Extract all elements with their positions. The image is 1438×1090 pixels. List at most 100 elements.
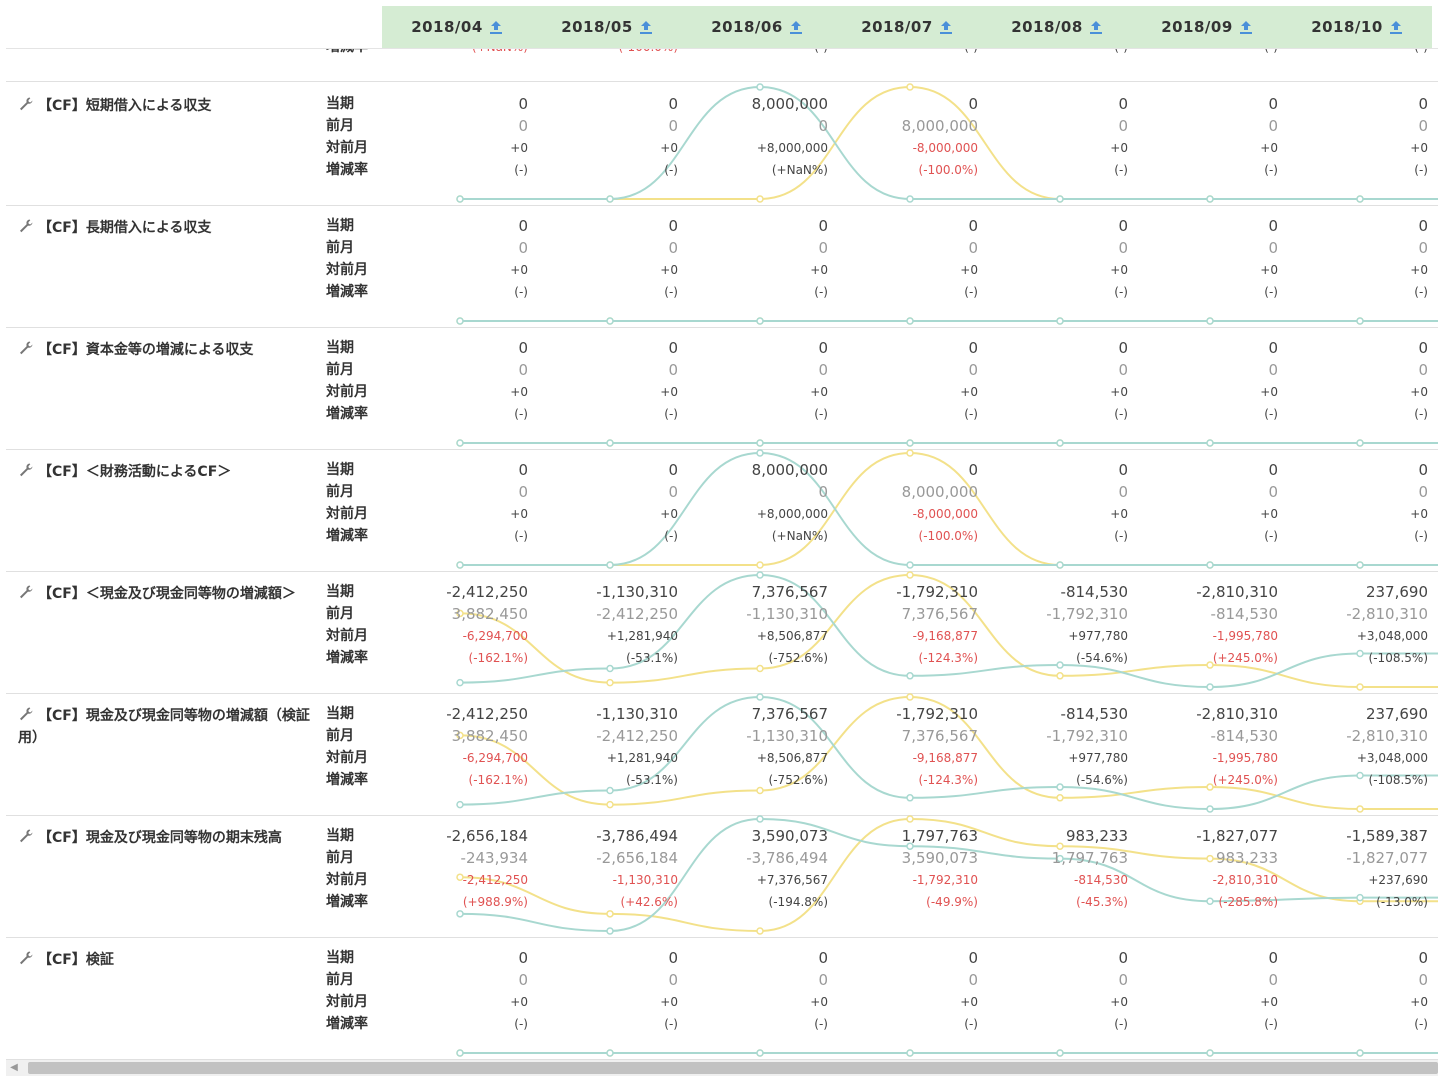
horizontal-scrollbar[interactable]: ◀ [6, 1060, 1438, 1076]
upload-icon[interactable] [489, 20, 503, 35]
month-label: 2018/09 [1161, 18, 1233, 36]
current-value: -814,530 [1060, 705, 1128, 723]
rate-value: (-) [1414, 1017, 1428, 1031]
label-rate: 増減率 [326, 162, 368, 178]
wrench-icon[interactable] [18, 218, 34, 234]
diff-value: -1,792,310 [912, 873, 978, 887]
rate-value: (-54.6%) [1076, 651, 1128, 665]
rate-value: (-53.1%) [626, 773, 678, 787]
rate-value: (+NaN%) [771, 529, 828, 543]
label-diff: 対前月 [326, 262, 368, 278]
diff-value: +977,780 [1068, 751, 1128, 765]
current-value: 0 [968, 339, 978, 357]
previous-value: 0 [1268, 239, 1278, 257]
current-value: 0 [1268, 461, 1278, 479]
wrench-icon[interactable] [18, 584, 34, 600]
value-cell: 7,376,567 -1,130,310 +8,506,877 (-752.6%) [678, 703, 828, 791]
value-cell: 0 0 +0 (-) [1278, 459, 1428, 547]
month-header-7[interactable]: 2018/10 [1282, 6, 1432, 48]
upload-icon[interactable] [789, 20, 803, 35]
sparkline-previous-point [756, 1049, 764, 1057]
rate-value: (+NaN%) [771, 163, 828, 177]
previous-value: -2,412,250 [596, 605, 678, 623]
sparkline-current-point [606, 561, 614, 569]
previous-value: 0 [668, 971, 678, 989]
previous-value: 3,590,073 [901, 849, 978, 867]
upload-icon[interactable] [1239, 20, 1253, 35]
value-cell: 3,590,073 -3,786,494 +7,376,567 (-194.8%) [678, 825, 828, 913]
previous-value: 0 [1418, 971, 1428, 989]
diff-value: +0 [1110, 385, 1128, 399]
rate-value: (-) [1114, 1017, 1128, 1031]
rate-value: (-) [664, 1017, 678, 1031]
sparkline-previous-point [906, 449, 914, 457]
value-cell: 0 0 +0 (-) [1278, 947, 1428, 1035]
value-cell: 8,000,000 0 +8,000,000 (+NaN%) [678, 93, 828, 181]
month-header-3[interactable]: 2018/06 [682, 6, 832, 48]
value-cell: -2,656,184 -243,934 -2,412,250 (+988.9%) [378, 825, 528, 913]
wrench-icon[interactable] [18, 706, 34, 722]
previous-value: 0 [968, 361, 978, 379]
month-header-4[interactable]: 2018/07 [832, 6, 982, 48]
scroll-left-arrow-icon[interactable]: ◀ [6, 1060, 22, 1076]
sparkline-current-point [906, 317, 914, 325]
rate-value: (-) [1114, 407, 1128, 421]
label-rate: 増減率 [326, 772, 368, 788]
diff-value: -814,530 [1074, 873, 1128, 887]
wrench-icon[interactable] [18, 340, 34, 356]
sparkline-current-point [456, 195, 464, 203]
upload-icon[interactable] [639, 20, 653, 35]
previous-value: 0 [1118, 971, 1128, 989]
month-header-5[interactable]: 2018/08 [982, 6, 1132, 48]
diff-value: -1,995,780 [1212, 751, 1278, 765]
sparkline-previous-point [756, 195, 764, 203]
previous-value: 983,233 [1215, 849, 1278, 867]
wrench-icon[interactable] [18, 96, 34, 112]
month-header-6[interactable]: 2018/09 [1132, 6, 1282, 48]
row-name-label: 【CF】資本金等の増減による収支 [38, 342, 254, 358]
value-cell: 0 0 +0 (-) [378, 337, 528, 425]
sparkline-previous-point [456, 439, 464, 447]
value-cell: -814,530 -1,792,310 +977,780 (-54.6%) [978, 581, 1128, 669]
scrollbar-thumb[interactable] [28, 1062, 1438, 1074]
sparkline-current-point [906, 794, 914, 802]
month-header-2[interactable]: 2018/05 [532, 6, 682, 48]
value-cell: 0 0 +0 (-) [1278, 93, 1428, 181]
month-label: 2018/04 [411, 18, 483, 36]
sparkline-previous-point [756, 317, 764, 325]
current-value: 0 [668, 339, 678, 357]
sparkline-previous-point [1056, 317, 1064, 325]
sparkline-previous-point [1056, 561, 1064, 569]
sparkline-previous-point [1356, 683, 1364, 691]
previous-value: 0 [1268, 361, 1278, 379]
diff-value: +0 [1260, 263, 1278, 277]
value-cell: 0 0 +0 (-) [1128, 337, 1278, 425]
current-value: -2,810,310 [1196, 705, 1278, 723]
diff-value: -2,810,310 [1212, 873, 1278, 887]
upload-icon[interactable] [1089, 20, 1103, 35]
value-cell: 7,376,567 -1,130,310 +8,506,877 (-752.6%) [678, 581, 828, 669]
wrench-icon[interactable] [18, 462, 34, 478]
sparkline-previous-point [906, 83, 914, 91]
sparkline-previous-point [1056, 794, 1064, 802]
sparkline-previous-point [456, 561, 464, 569]
row-name-label: 【CF】長期借入による収支 [38, 220, 212, 236]
upload-icon[interactable] [1389, 20, 1403, 35]
value-cell: 983,233 1,797,763 -814,530 (-45.3%) [978, 825, 1128, 913]
current-value: 983,233 [1065, 827, 1128, 845]
previous-value: -814,530 [1210, 727, 1278, 745]
sparkline-previous-point [1206, 195, 1214, 203]
current-value: 237,690 [1365, 583, 1428, 601]
wrench-icon[interactable] [18, 828, 34, 844]
label-rate: 増減率 [326, 1016, 368, 1032]
upload-icon[interactable] [939, 20, 953, 35]
current-value: 0 [968, 461, 978, 479]
diff-value: +3,048,000 [1356, 751, 1428, 765]
value-cell: -1,130,310 -2,412,250 +1,281,940 (-53.1%) [528, 703, 678, 791]
row-name-label: 【CF】検証 [38, 952, 114, 968]
sparkline-current-point [456, 1049, 464, 1057]
month-header-1[interactable]: 2018/04 [382, 6, 532, 48]
rate-value: (-) [814, 1017, 828, 1031]
rate-value: (-) [1414, 163, 1428, 177]
wrench-icon[interactable] [18, 950, 34, 966]
